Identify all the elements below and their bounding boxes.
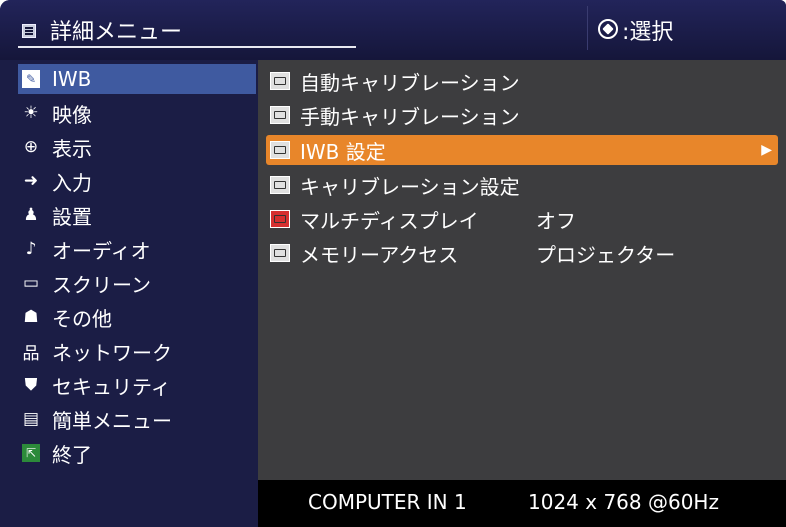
main-menu-label: 終了 [52,442,92,467]
main-menu-label: IWB [52,67,92,91]
manual-calibration-icon [270,106,290,124]
menu-title: 詳細メニュー [50,20,183,45]
other-icon: ☗ [23,307,39,327]
main-menu-item-easy-menu[interactable]: ▤ 簡単メニュー [18,404,256,434]
menu-header: 詳細メニュー :選択 [0,0,786,60]
main-menu-item-exit[interactable]: ⇱ 終了 [18,438,256,468]
submenu-item-calibration-settings[interactable]: キャリブレーション設定 [266,170,778,200]
submenu-list: 自動キャリブレーション 手動キャリブレーション IWB 設定 ▶ キャリブレーシ… [258,60,786,480]
submenu-label: マルチディスプレイ [300,208,479,233]
main-menu-label: 映像 [52,102,92,127]
main-menu-label: 表示 [52,136,92,161]
submenu-item-manual-calibration[interactable]: 手動キャリブレーション [266,100,778,130]
multi-display-icon [270,210,290,228]
main-menu-label: 設置 [52,204,92,229]
display-icon: ⊕ [23,137,39,157]
audio-note-icon: ♪ [25,239,37,259]
dpad-icon [598,19,618,39]
input-icon: ➜ [23,171,39,191]
iwb-settings-icon [270,141,290,159]
main-menu-label: その他 [52,306,112,331]
select-hint: :選択 [622,20,674,45]
screen-icon: ▭ [22,273,40,293]
main-menu-item-network[interactable]: 品 ネットワーク [18,336,256,366]
memory-access-value: プロジェクター [536,242,676,267]
main-menu-label: セキュリティ [52,374,171,399]
security-shield-icon: ⛊ [24,375,38,395]
auto-calibration-icon [270,72,290,90]
iwb-icon: ✎ [22,70,40,88]
submenu-item-multi-display[interactable]: マルチディスプレイ オフ [266,204,778,234]
signal-resolution: 1024 x 768 @60Hz [528,490,719,514]
main-menu-item-setup[interactable]: ♟ 設置 [18,200,256,230]
submenu-label: IWB 設定 [300,139,386,164]
osd-menu-window: 詳細メニュー :選択 ✎ IWB ☀ 映像 ⊕ 表示 ➜ 入力 ♟ 設置 ♪ オ… [0,0,786,527]
main-menu-item-picture[interactable]: ☀ 映像 [18,98,256,128]
main-menu-label: スクリーン [52,272,151,297]
easy-menu-icon: ▤ [22,409,40,429]
main-menu-label: ネットワーク [52,340,172,365]
calibration-settings-icon [270,176,290,194]
submenu-item-iwb-settings[interactable]: IWB 設定 ▶ [266,135,778,165]
submenu-label: メモリーアクセス [300,242,459,267]
main-menu-item-screen[interactable]: ▭ スクリーン [18,268,256,298]
header-divider [587,6,588,50]
main-menu-item-input[interactable]: ➜ 入力 [18,166,256,196]
main-menu-item-audio[interactable]: ♪ オーディオ [18,234,256,264]
submenu-item-memory-access[interactable]: メモリーアクセス プロジェクター [266,238,778,268]
main-menu-item-display[interactable]: ⊕ 表示 [18,132,256,162]
submenu-label: キャリブレーション設定 [300,174,520,199]
main-menu-list: ✎ IWB ☀ 映像 ⊕ 表示 ➜ 入力 ♟ 設置 ♪ オーディオ ▭ スクリー… [0,60,258,527]
menu-list-icon [22,24,36,38]
main-menu-item-iwb[interactable]: ✎ IWB [18,64,256,94]
main-menu-label: 入力 [52,170,92,195]
network-icon: 品 [22,343,40,364]
memory-access-icon [270,244,290,262]
submenu-arrow-icon: ▶ [761,142,772,158]
multi-display-value: オフ [536,208,576,233]
input-source: COMPUTER IN 1 [308,490,467,514]
submenu-item-auto-calibration[interactable]: 自動キャリブレーション [266,66,778,96]
submenu-label: 自動キャリブレーション [300,70,520,95]
submenu-label: 手動キャリブレーション [300,104,520,129]
main-menu-item-other[interactable]: ☗ その他 [18,302,256,332]
setup-icon: ♟ [23,205,39,225]
exit-icon: ⇱ [22,444,40,462]
status-bar: COMPUTER IN 1 1024 x 768 @60Hz [258,480,786,527]
main-menu-label: 簡単メニュー [52,408,172,433]
title-underline [18,46,356,48]
brightness-icon: ☀ [23,103,39,123]
main-menu-item-security[interactable]: ⛊ セキュリティ [18,370,256,400]
main-menu-label: オーディオ [52,238,151,263]
